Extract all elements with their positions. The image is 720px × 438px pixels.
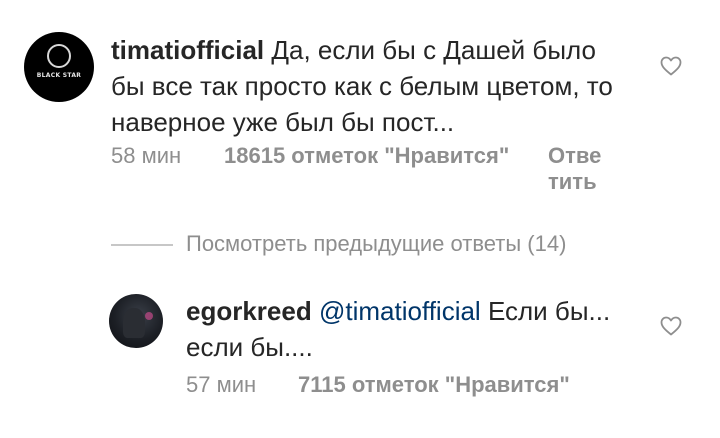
mention-timatiofficial[interactable]: @timatiofficial — [319, 296, 481, 326]
view-previous-replies-row[interactable]: Посмотреть предыдущие ответы (14) — [111, 230, 671, 260]
avatar-egorkreed[interactable] — [109, 294, 163, 348]
view-previous-replies-button[interactable]: Посмотреть предыдущие ответы (14) — [186, 230, 566, 258]
reply-button[interactable]: Ответить — [548, 143, 608, 195]
avatar-photo-light — [145, 312, 153, 320]
comment-timestamp: 58 мин — [111, 143, 182, 168]
comment-likes-count[interactable]: 18615 отметок "Нравится" — [224, 143, 509, 169]
avatar-logo-title: BLACK STAR — [36, 72, 82, 79]
replies-divider-line — [111, 244, 173, 246]
black-star-logo-icon — [47, 44, 71, 68]
username-egorkreed[interactable]: egorkreed — [186, 296, 312, 326]
comment-timestamp: 57 мин — [186, 372, 257, 397]
like-heart-icon[interactable] — [659, 314, 683, 338]
avatar-timatiofficial[interactable]: BLACK STAR — [24, 32, 94, 102]
comment-likes-count[interactable]: 7115 отметок "Нравится" — [298, 372, 570, 398]
comment-body-egorkreed: egorkreed @timatiofficial Если бы... есл… — [186, 293, 626, 365]
comment-body-timatiofficial: timatiofficial Да, если бы с Дашей было … — [111, 32, 631, 140]
username-timatiofficial[interactable]: timatiofficial — [111, 35, 264, 65]
avatar-photo-figure — [123, 308, 145, 338]
like-heart-icon[interactable] — [659, 54, 683, 78]
